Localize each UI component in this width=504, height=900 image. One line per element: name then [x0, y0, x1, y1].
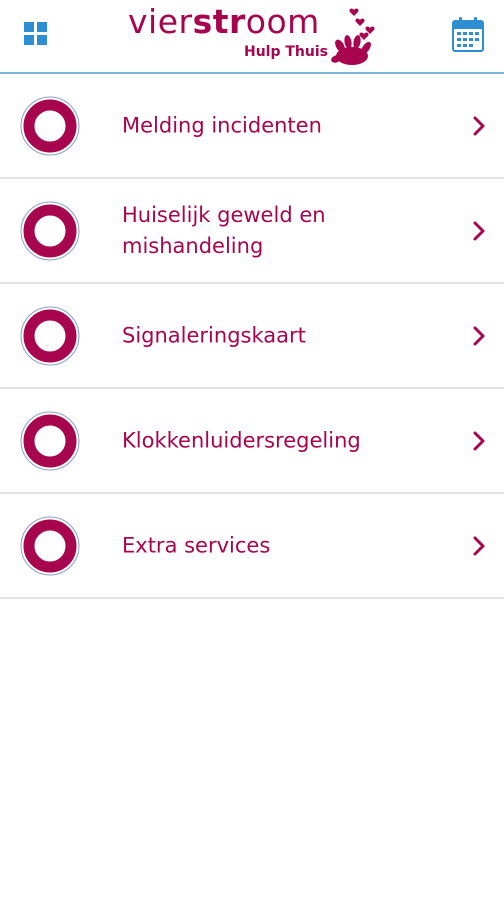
menu-item-extra-services[interactable]: Extra services: [0, 494, 504, 599]
grid-menu-icon[interactable]: [22, 20, 50, 48]
menu-item-label: Signaleringskaart: [122, 323, 306, 347]
calendar-icon[interactable]: [452, 16, 484, 52]
menu-list: Melding incidenten Huiselijk geweld en m…: [0, 74, 504, 599]
menu-item-label: Melding incidenten: [122, 113, 322, 137]
menu-item-huiselijk-geweld[interactable]: Huiselijk geweld en mishandeling: [0, 179, 504, 284]
ring-icon: [20, 96, 80, 155]
ring-icon: [20, 516, 80, 575]
menu-item-klokkenluidersregeling[interactable]: Klokkenluidersregeling: [0, 389, 504, 494]
chevron-right-icon: [473, 536, 485, 555]
menu-item-signaleringskaart[interactable]: Signaleringskaart: [0, 284, 504, 389]
logo-brand-strong: str: [192, 2, 246, 41]
ring-icon: [20, 411, 80, 470]
logo-hearts-mark-icon: [331, 8, 375, 65]
menu-item-label: Huiselijk geweld en mishandeling: [122, 202, 326, 258]
chevron-right-icon: [473, 431, 485, 450]
app-header: vierstroom Hulp Thuis: [0, 0, 504, 74]
menu-item-label: Extra services: [122, 533, 271, 557]
ring-icon: [20, 306, 80, 365]
app-logo: vierstroom Hulp Thuis: [128, 2, 384, 68]
logo-brand-prefix: vier: [128, 2, 193, 41]
logo-subtitle: Hulp Thuis: [244, 44, 328, 60]
ring-icon: [20, 201, 80, 260]
logo-brand-suffix: oom: [245, 2, 320, 41]
chevron-right-icon: [473, 116, 485, 135]
menu-item-melding-incidenten[interactable]: Melding incidenten: [0, 74, 504, 179]
menu-item-label: Klokkenluidersregeling: [122, 428, 361, 452]
logo-wordmark: vierstroom: [128, 2, 320, 42]
chevron-right-icon: [473, 221, 485, 240]
chevron-right-icon: [473, 326, 485, 345]
